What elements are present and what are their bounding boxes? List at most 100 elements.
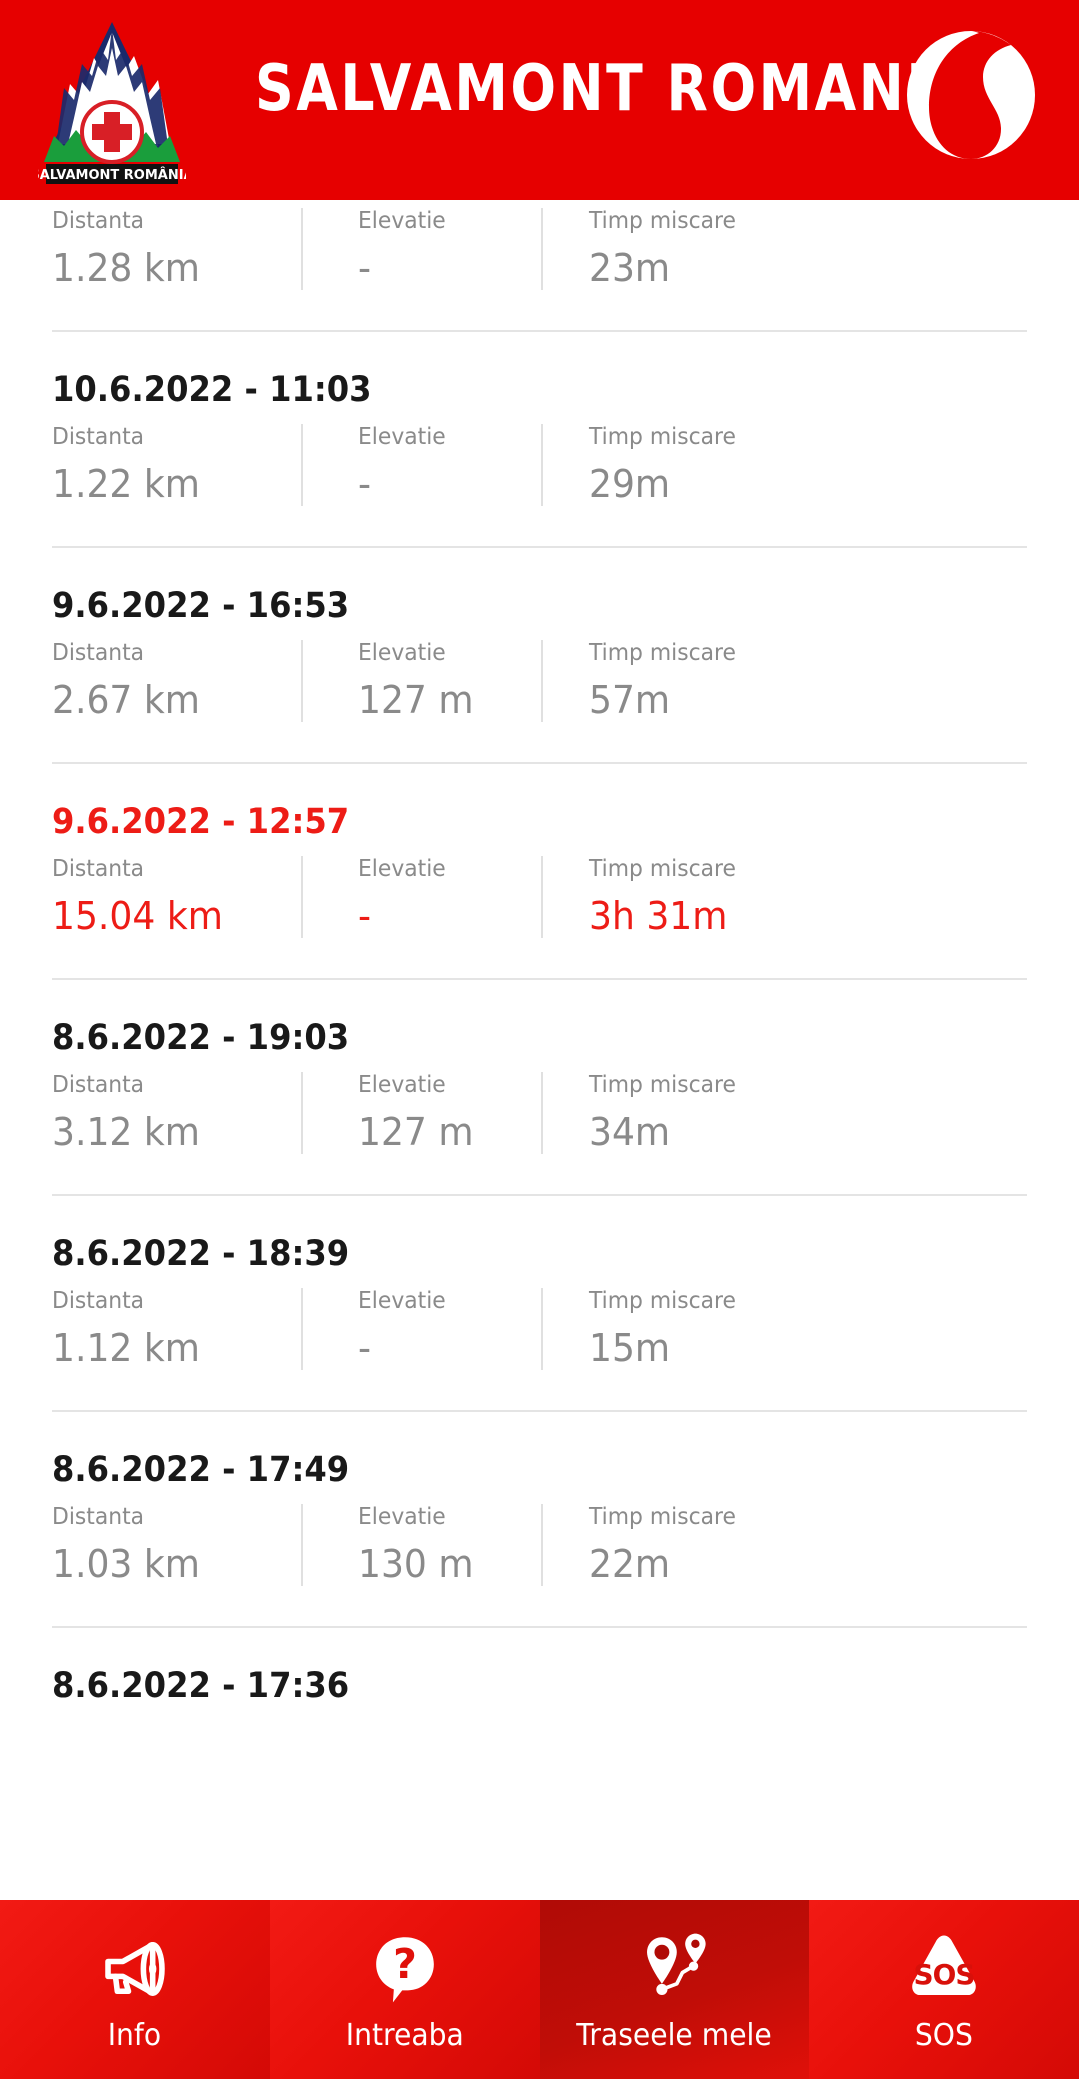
track-date: 8.6.2022 - 17:36 xyxy=(52,1666,350,1706)
moving-time-value: 3h 31m xyxy=(589,894,728,938)
salvamont-logo: SALVAMONT ROMÂNIA xyxy=(30,14,194,186)
distance-value: 1.03 km xyxy=(52,1542,200,1586)
stat-cell: Elevatie - xyxy=(301,854,541,942)
moving-time-label: Timp miscare xyxy=(589,208,736,234)
moving-time-label: Timp miscare xyxy=(589,1072,736,1098)
distance-label: Distanta xyxy=(52,856,145,882)
nav-tab-label: Intreaba xyxy=(345,2017,464,2053)
distance-label: Distanta xyxy=(52,208,145,234)
distance-label: Distanta xyxy=(52,424,145,450)
elevation-value: 127 m xyxy=(358,678,474,722)
stat-cell: Distanta 2.67 km xyxy=(52,638,301,726)
elevation-label: Elevatie xyxy=(358,208,446,234)
app-title: SALVAMONT ROMANIA xyxy=(255,52,973,126)
track-date: 10.6.2022 - 11:03 xyxy=(52,370,372,410)
track-row[interactable]: 8.6.2022 - 17:49 Distanta 1.03 km Elevatie 1… xyxy=(0,1410,1079,1626)
distance-value: 2.67 km xyxy=(52,678,200,722)
elevation-label: Elevatie xyxy=(358,1288,446,1314)
track-row[interactable]: 9.6.2022 - 12:57 Distanta 15.04 km Elevatie… xyxy=(0,762,1079,978)
track-list[interactable]: Distanta 1.28 km Elevatie - Timp miscare 23m 1… xyxy=(0,200,1079,1900)
track-date: 8.6.2022 - 18:39 xyxy=(52,1234,350,1274)
track-stats: Distanta 15.04 km Elevatie - Timp miscare 3h … xyxy=(52,848,1027,978)
track-date: 9.6.2022 - 16:53 xyxy=(52,586,350,626)
question-speech-bubble-icon: ? xyxy=(362,1925,448,2011)
distance-label: Distanta xyxy=(52,1504,145,1530)
track-date: 8.6.2022 - 17:49 xyxy=(52,1450,350,1490)
elevation-label: Elevatie xyxy=(358,856,446,882)
track-date: 8.6.2022 - 19:03 xyxy=(52,1018,350,1058)
elevation-value: - xyxy=(358,246,372,290)
nav-tab-label: Traseele mele xyxy=(576,2017,773,2053)
moving-time-value: 15m xyxy=(589,1326,671,1370)
app-screen: SALVAMONT ROMÂNIA SALVAMONT ROMANIA Dist… xyxy=(0,0,1079,2079)
track-stats: Distanta 1.12 km Elevatie - Timp miscare 15m xyxy=(52,1280,1027,1410)
track-row[interactable]: 8.6.2022 - 17:36 xyxy=(0,1626,1079,1752)
nav-tab-label: Info xyxy=(108,2017,162,2053)
distance-label: Distanta xyxy=(52,640,145,666)
moving-time-value: 57m xyxy=(589,678,671,722)
elevation-label: Elevatie xyxy=(358,640,446,666)
stat-cell: Elevatie - xyxy=(301,1286,541,1374)
app-header: SALVAMONT ROMÂNIA SALVAMONT ROMANIA xyxy=(0,0,1079,200)
moving-time-value: 23m xyxy=(589,246,671,290)
megaphone-icon xyxy=(92,1925,178,2011)
track-stats: Distanta 2.67 km Elevatie 127 m Timp miscare… xyxy=(52,632,1027,762)
elevation-label: Elevatie xyxy=(358,424,446,450)
track-stats: Distanta 1.22 km Elevatie - Timp miscare 29m xyxy=(52,416,1027,546)
track-stats: Distanta 1.03 km Elevatie 130 m Timp miscare… xyxy=(52,1496,1027,1626)
moving-time-label: Timp miscare xyxy=(589,1288,736,1314)
elevation-value: - xyxy=(358,894,372,938)
track-row[interactable]: 8.6.2022 - 19:03 Distanta 3.12 km Elevatie 1… xyxy=(0,978,1079,1194)
moving-time-label: Timp miscare xyxy=(589,856,736,882)
stat-cell: Elevatie - xyxy=(301,422,541,510)
distance-label: Distanta xyxy=(52,1072,145,1098)
moving-time-value: 22m xyxy=(589,1542,671,1586)
distance-value: 3.12 km xyxy=(52,1110,200,1154)
stat-cell: Timp miscare 3h 31m xyxy=(541,854,941,942)
stat-cell: Distanta 3.12 km xyxy=(52,1070,301,1158)
stat-cell: Timp miscare 22m xyxy=(541,1502,941,1590)
distance-value: 1.12 km xyxy=(52,1326,200,1370)
svg-text:SOS: SOS xyxy=(914,1957,975,1990)
svg-text:?: ? xyxy=(393,1940,417,1988)
elevation-label: Elevatie xyxy=(358,1504,446,1530)
distance-value: 1.22 km xyxy=(52,462,200,506)
distance-value: 1.28 km xyxy=(52,246,200,290)
nav-tab-info[interactable]: Info xyxy=(0,1900,270,2079)
distance-value: 15.04 km xyxy=(52,894,223,938)
elevation-value: - xyxy=(358,1326,372,1370)
stat-cell: Elevatie 130 m xyxy=(301,1502,541,1590)
stat-cell: Timp miscare 29m xyxy=(541,422,941,510)
vodafone-logo xyxy=(901,25,1041,165)
stat-cell: Distanta 1.28 km xyxy=(52,206,301,294)
sos-triangle-icon: SOS xyxy=(901,1925,987,2011)
elevation-value: - xyxy=(358,462,372,506)
nav-tab-traseele-mele[interactable]: Traseele mele xyxy=(539,1900,810,2079)
stat-cell: Timp miscare 23m xyxy=(541,206,941,294)
distance-label: Distanta xyxy=(52,1288,145,1314)
stat-cell: Elevatie 127 m xyxy=(301,1070,541,1158)
stat-cell: Elevatie 127 m xyxy=(301,638,541,726)
stat-cell: Timp miscare 34m xyxy=(541,1070,941,1158)
svg-text:SALVAMONT ROMÂNIA: SALVAMONT ROMÂNIA xyxy=(38,167,186,183)
stat-cell: Distanta 15.04 km xyxy=(52,854,301,942)
stat-cell: Timp miscare 15m xyxy=(541,1286,941,1374)
moving-time-label: Timp miscare xyxy=(589,640,736,666)
nav-tab-sos[interactable]: SOS SOS xyxy=(809,1900,1079,2079)
stat-cell: Elevatie - xyxy=(301,206,541,294)
nav-tab-intreaba[interactable]: ? Intreaba xyxy=(269,1900,540,2079)
moving-time-value: 29m xyxy=(589,462,671,506)
track-row[interactable]: 9.6.2022 - 16:53 Distanta 2.67 km Elevatie 1… xyxy=(0,546,1079,762)
moving-time-label: Timp miscare xyxy=(589,424,736,450)
track-stats: Distanta 3.12 km Elevatie 127 m Timp miscare… xyxy=(52,1064,1027,1194)
stat-cell: Distanta 1.12 km xyxy=(52,1286,301,1374)
track-date: 9.6.2022 - 12:57 xyxy=(52,802,350,842)
elevation-label: Elevatie xyxy=(358,1072,446,1098)
elevation-value: 130 m xyxy=(358,1542,474,1586)
stat-cell: Distanta 1.03 km xyxy=(52,1502,301,1590)
track-stats: Distanta 1.28 km Elevatie - Timp miscare 23m xyxy=(52,200,1027,330)
nav-tab-label: SOS xyxy=(915,2017,974,2053)
track-row[interactable]: 8.6.2022 - 18:39 Distanta 1.12 km Elevatie -… xyxy=(0,1194,1079,1410)
track-row[interactable]: 10.6.2022 - 11:03 Distanta 1.22 km Elevatie… xyxy=(0,330,1079,546)
track-row[interactable]: Distanta 1.28 km Elevatie - Timp miscare 23m xyxy=(0,200,1079,330)
